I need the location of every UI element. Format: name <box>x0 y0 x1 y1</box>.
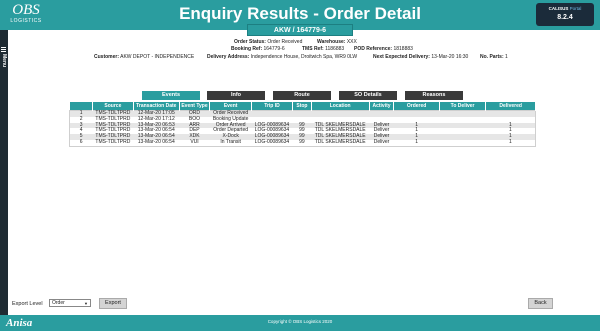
cell-source: TMS-TDLTPRD <box>92 139 134 147</box>
hamburger-icon <box>1 47 6 48</box>
pod-ref-label: POD Reference: <box>354 46 393 52</box>
back-button[interactable]: Back <box>528 298 553 309</box>
cell-transaction-date: 13-Mar-20 06:54 <box>133 139 179 147</box>
version-brand-name: CALISUS <box>548 6 569 11</box>
warehouse-label: Warehouse: <box>317 39 346 45</box>
next-delivery-value: 13-Mar-20 16:30 <box>431 54 469 60</box>
order-status-value: Order Received <box>267 39 303 45</box>
parts-value: 1 <box>505 54 508 60</box>
tab-so-details[interactable]: SO Details <box>339 91 397 100</box>
order-status-label: Order Status: <box>234 39 266 45</box>
footer-bar: Anisa Copyright © OBS Logistics 2020 <box>0 315 600 331</box>
booking-ref-label: Booking Ref: <box>231 46 263 52</box>
warehouse-value: XXX <box>346 39 357 45</box>
cell-location: TDL SKELMERSDALE <box>311 139 370 147</box>
tms-ref-row: TMS Ref: 1186883 <box>302 46 344 53</box>
order-reference-badge: AKW / 164779-6 <box>247 24 353 36</box>
cell-ordered: 1 <box>393 139 440 147</box>
tms-ref-value: 1186883 <box>325 46 345 52</box>
cell-activity: Deliver <box>369 139 394 147</box>
menu-toggle[interactable]: Menu <box>1 47 7 67</box>
cell-trip-id: LOG-00089634 <box>251 139 293 147</box>
delivery-address-value: Independence House, Droitwich Spa, WR9 0… <box>250 54 358 60</box>
customer-row: Customer: AKW DEPOT - INDEPENDENCE <box>94 54 194 61</box>
menu-label: Menu <box>1 54 7 68</box>
version-number: 8.2.4 <box>557 14 573 21</box>
events-table-body: 1 TMS-TDLTPRD 12-Mar-20 17:05 ORD Order Rece… <box>69 110 536 147</box>
pod-ref-value: 1818883 <box>393 46 413 52</box>
tms-ref-label: TMS Ref: <box>302 46 324 52</box>
tab-info[interactable]: Info <box>207 91 265 100</box>
column-header-activity: Activity <box>369 102 395 111</box>
export-level-label: Export Level <box>12 301 43 307</box>
parts-row: No. Parts: 1 <box>480 54 508 61</box>
column-header-stop: Stop <box>292 102 312 111</box>
customer-label: Customer: <box>94 54 120 60</box>
side-rail: Menu <box>0 30 8 315</box>
column-header-ordered: Ordered <box>393 102 440 111</box>
booking-ref-value: 164779-6 <box>263 46 285 52</box>
column-header-to-deliver: To Deliver <box>439 102 487 111</box>
table-row[interactable]: 6 TMS-TDLTPRD 13-Mar-20 06:54 VUI In Transit… <box>69 139 536 147</box>
delivery-address-label: Delivery Address: <box>207 54 250 60</box>
next-delivery-label: Next Expected Delivery: <box>373 54 430 60</box>
parts-label: No. Parts: <box>480 54 504 60</box>
warehouse-row: Warehouse: XXX <box>317 39 357 46</box>
export-level-value: Order <box>52 300 65 306</box>
order-status-row: Order Status: Order Received <box>234 39 302 46</box>
column-header-delivered: Delivered <box>485 102 536 111</box>
customer-value: AKW DEPOT - INDEPENDENCE <box>120 54 195 60</box>
page-title: Enquiry Results - Order Detail <box>179 4 421 23</box>
export-level-select[interactable]: Order ▼ <box>49 299 91 307</box>
tab-events[interactable]: Events <box>142 91 200 100</box>
version-brand-portal: Portal <box>569 6 582 11</box>
cell-delivered: 1 <box>485 139 536 147</box>
tab-reasons[interactable]: Reasons <box>405 91 463 100</box>
cell-to-deliver <box>439 139 486 147</box>
hamburger-icon-bar <box>1 51 6 52</box>
booking-ref-row: Booking Ref: 164779-6 <box>231 46 285 53</box>
pod-ref-row: POD Reference: 1818883 <box>354 46 413 53</box>
cell-event-type: VUI <box>179 139 210 147</box>
cell-index: 6 <box>69 139 93 147</box>
tab-route[interactable]: Route <box>273 91 331 100</box>
cell-event: In Transit <box>209 139 252 147</box>
events-table: Source Transaction Date Event Type Event… <box>69 102 536 147</box>
delivery-address-row: Delivery Address: Independence House, Dr… <box>207 54 357 61</box>
column-header-trip-id: Trip ID <box>251 102 294 111</box>
export-button[interactable]: Export <box>99 298 127 309</box>
hamburger-icon-bar <box>1 49 6 50</box>
version-badge: CALISUS Portal 8.2.4 <box>536 3 594 26</box>
next-delivery-row: Next Expected Delivery: 13-Mar-20 16:30 <box>373 54 468 61</box>
chevron-down-icon: ▼ <box>84 301 88 306</box>
copyright-text: Copyright © OBS Logistics 2020 <box>267 319 333 324</box>
column-header-location: Location <box>311 102 370 111</box>
cell-stop: 99 <box>292 139 312 147</box>
